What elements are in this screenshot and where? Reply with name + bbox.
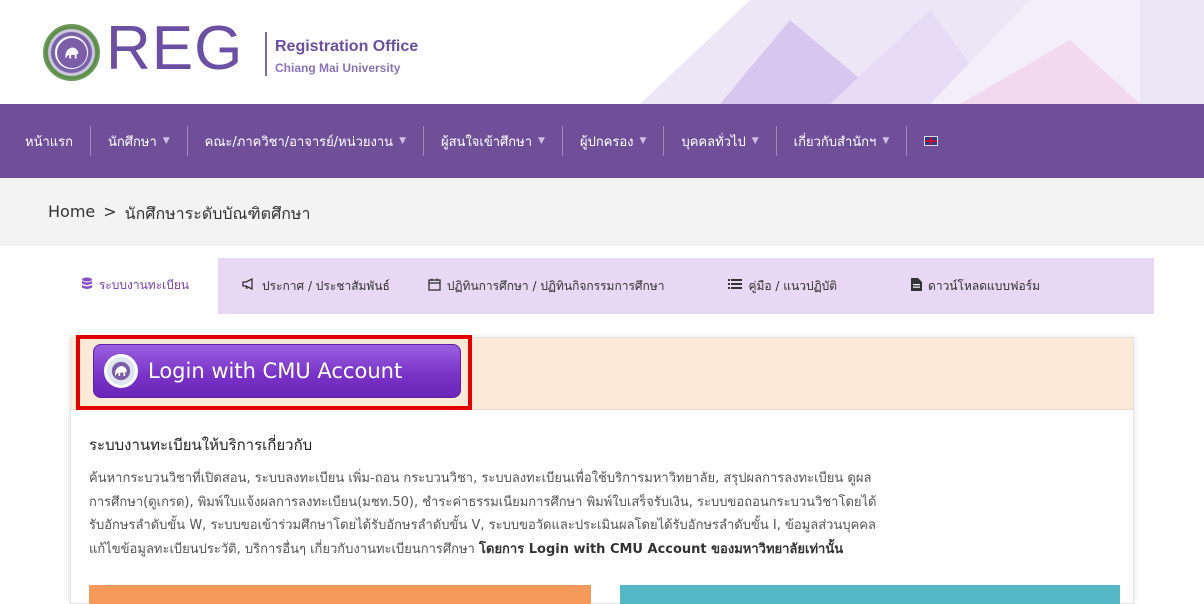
nav-item-label: หน้าแรก [25, 134, 73, 150]
tab-label: ระบบงานทะเบียน [98, 277, 190, 292]
tab-label: ประกาศ / ประชาสัมพันธ์ [262, 278, 390, 293]
university-name: Chiang Mai University [275, 61, 401, 75]
caret-down-icon: ▼ [639, 136, 647, 146]
nav-item-about[interactable]: เกี่ยวกับสำนักฯ ▼ [777, 126, 908, 156]
office-name: Registration Office [275, 38, 419, 55]
nav-item-label: บุคคลทั่วไป [681, 134, 746, 150]
description-line: ค้นหากระบวนวิชาที่เปิดสอน, ระบบลงทะเบียน… [89, 471, 872, 486]
caret-down-icon: ▼ [751, 136, 759, 146]
login-cmu-account-button[interactable]: Login with CMU Account [93, 344, 461, 398]
teal-card[interactable] [620, 585, 1120, 604]
description-line: แก้ไขข้อมูลทะเบียนประวัติ, บริการอื่นๆ เ… [89, 538, 1119, 562]
tab-manuals[interactable]: คู่มือ / แนวปฏิบัติ [714, 258, 851, 314]
description-text: แก้ไขข้อมูลทะเบียนประวัติ, บริการอื่นๆ เ… [89, 541, 475, 557]
main-navbar: หน้าแรก นักศึกษา ▼ คณะ/ภาควิชา/อาจารย์/หน… [0, 104, 1204, 178]
login-requirement-note: โดยการ Login with CMU Account ของมหาวิทย… [479, 541, 844, 557]
services-title: ระบบงานทะเบียนให้บริการเกี่ยวกับ [89, 436, 313, 454]
breadcrumb-current: นักศึกษาระดับบัณฑิตศึกษา [124, 204, 311, 223]
nav-item-label: คณะ/ภาควิชา/อาจารย์/หน่วยงาน [204, 134, 394, 150]
tab-academic-calendar[interactable]: ปฏิทินการศึกษา / ปฏิทินกิจกรรมการศึกษา [414, 258, 679, 314]
panel-body: ระบบงานทะเบียนให้บริการเกี่ยวกับ ค้นหากร… [89, 433, 1119, 561]
registration-panel: Login with CMU Account ระบบงานทะเบียนให้… [70, 335, 1134, 604]
nav-item-label: ผู้สนใจเข้าศึกษา [441, 134, 533, 150]
login-button-label: Login with CMU Account [148, 359, 403, 383]
reg-logo-text[interactable]: REG [106, 18, 243, 80]
services-description: ค้นหากระบวนวิชาที่เปิดสอน, ระบบลงทะเบียน… [89, 467, 1119, 561]
orange-card[interactable] [89, 585, 591, 604]
nav-item-label: ผู้ปกครอง [579, 134, 634, 150]
cmu-seal-icon[interactable] [43, 24, 100, 81]
nav-item-home[interactable]: หน้าแรก [8, 126, 91, 156]
tab-label: ปฏิทินการศึกษา / ปฏิทินกิจกรรมการศึกษา [446, 278, 665, 293]
language-switch[interactable] [907, 126, 955, 156]
cmu-seal-icon [104, 354, 138, 388]
description-line: การศึกษา(ดูเกรด), พิมพ์ใบแจ้งผลการลงทะเบ… [89, 494, 877, 510]
file-icon [911, 277, 923, 295]
nav-item-prospective[interactable]: ผู้สนใจเข้าศึกษา ▼ [424, 126, 563, 156]
logo-divider [265, 32, 267, 76]
calendar-icon [428, 278, 441, 295]
description-line: รับอักษรลำดับขั้น W, ระบบขอเข้าร่วมศึกษา… [89, 518, 876, 533]
nav-item-label: นักศึกษา [108, 134, 157, 150]
content-tabs: ระบบงานทะเบียน ประกาศ / ประชาสัมพันธ์ ปฏ… [52, 258, 1154, 314]
tab-registration-system[interactable]: ระบบงานทะเบียน [52, 258, 218, 314]
nav-item-public[interactable]: บุคคลทั่วไป ▼ [664, 126, 777, 156]
tab-label: คู่มือ / แนวปฏิบัติ [748, 278, 838, 293]
caret-down-icon: ▼ [538, 136, 545, 146]
nav-item-label: เกี่ยวกับสำนักฯ [793, 134, 877, 150]
caret-down-icon: ▼ [882, 136, 890, 146]
database-icon [81, 277, 93, 294]
caret-down-icon: ▼ [162, 136, 170, 146]
tab-download-forms[interactable]: ดาวน์โหลดแบบฟอร์ม [897, 258, 1054, 314]
login-area: Login with CMU Account [71, 335, 1133, 410]
breadcrumb-separator: > [103, 202, 117, 221]
breadcrumb-bar: Home > นักศึกษาระดับบัณฑิตศึกษา [0, 178, 1204, 246]
nav-item-students[interactable]: นักศึกษา ▼ [91, 126, 188, 156]
list-icon [728, 278, 743, 294]
nav-item-parents[interactable]: ผู้ปกครอง ▼ [563, 126, 665, 156]
breadcrumb: Home > นักศึกษาระดับบัณฑิตศึกษา [48, 202, 310, 227]
tab-label: ดาวน์โหลดแบบฟอร์ม [928, 278, 1041, 293]
tab-announcements[interactable]: ประกาศ / ประชาสัมพันธ์ [228, 258, 404, 314]
breadcrumb-home[interactable]: Home [48, 202, 95, 227]
uk-flag-icon [924, 136, 939, 146]
caret-down-icon: ▼ [399, 136, 406, 146]
header-decoration [640, 0, 1204, 104]
login-highlight-box: Login with CMU Account [76, 335, 472, 410]
site-header: REG Registration Office Chiang Mai Unive… [0, 0, 1204, 104]
nav-item-faculty[interactable]: คณะ/ภาควิชา/อาจารย์/หน่วยงาน ▼ [188, 126, 424, 156]
megaphone-icon [242, 277, 256, 294]
